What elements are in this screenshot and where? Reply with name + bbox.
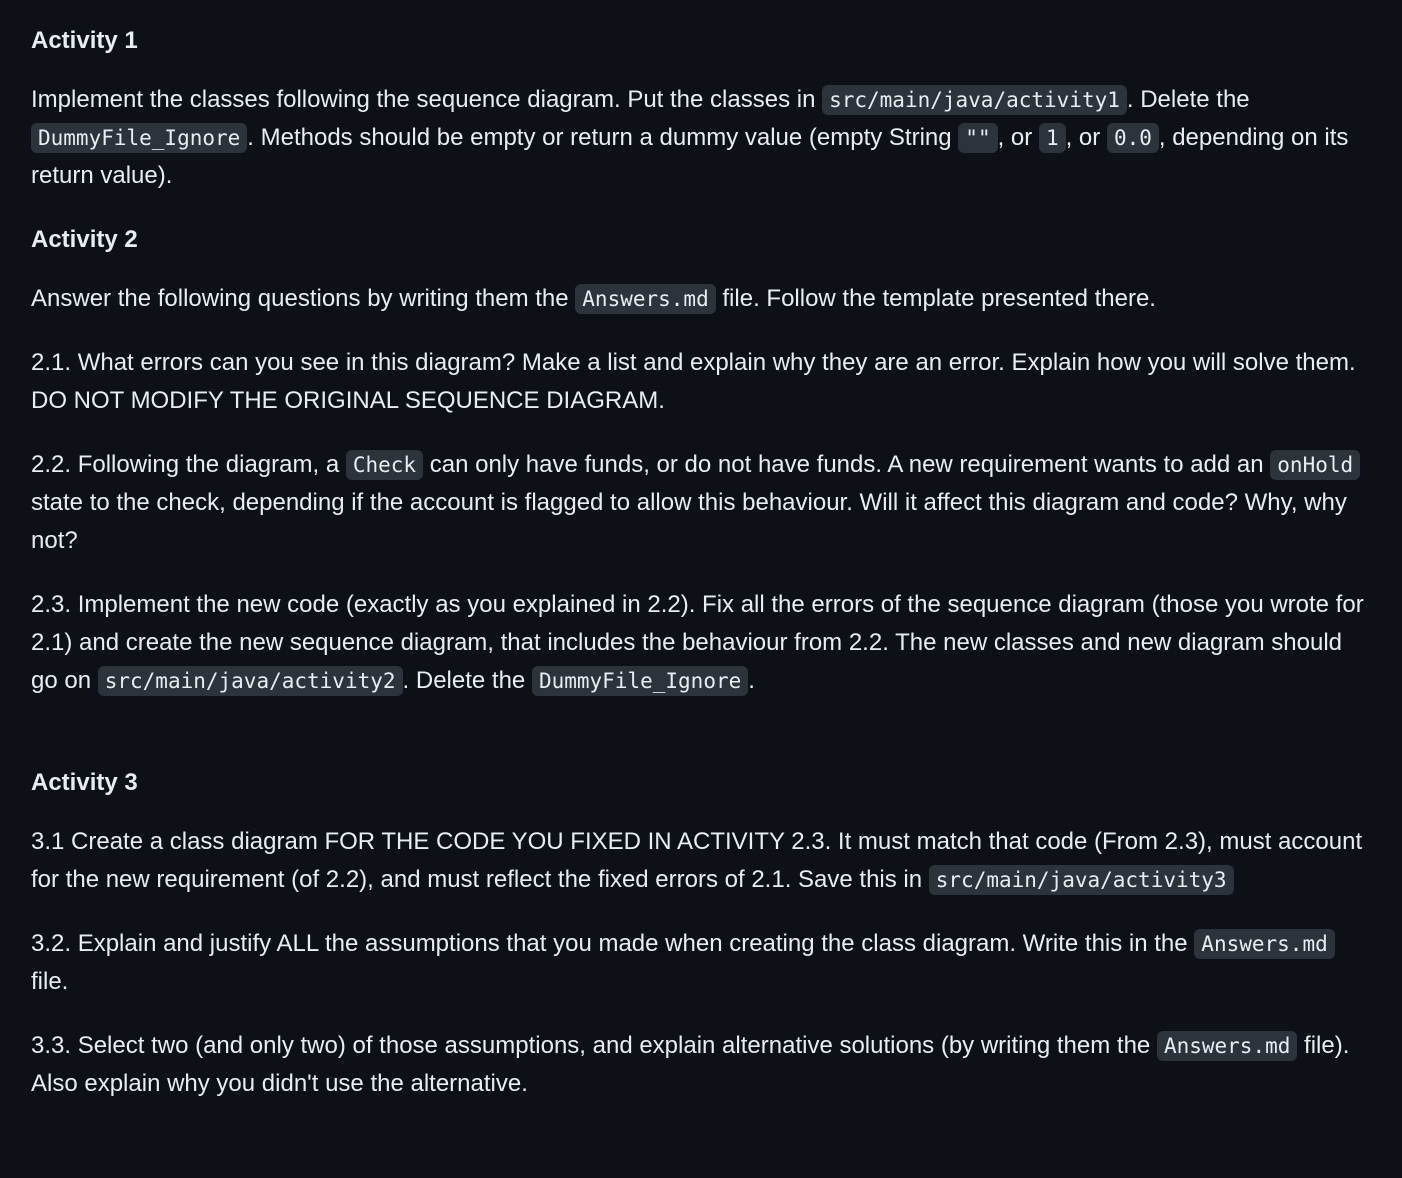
inline-code: 1	[1038, 123, 1066, 153]
question-2-1: 2.1. What errors can you see in this dia…	[31, 349, 1356, 414]
activity-2-intro: Answer the following questions by writin…	[31, 284, 1156, 314]
question-3-1: 3.1 Create a class diagram FOR THE CODE …	[31, 828, 1363, 895]
inline-code: Answers.md	[575, 284, 716, 314]
inline-code: src/main/java/activity3	[928, 865, 1234, 895]
inline-code: DummyFile_Ignore	[531, 666, 749, 696]
inline-code: Answers.md	[1194, 929, 1335, 959]
question-3-3: 3.3. Select two (and only two) of those …	[31, 1031, 1350, 1097]
inline-code: onHold	[1270, 450, 1361, 480]
inline-code: DummyFile_Ignore	[31, 123, 248, 153]
activity-1-heading: Activity 1	[31, 27, 138, 54]
inline-code: ""	[958, 123, 998, 153]
activity-3-heading: Activity 3	[31, 769, 138, 796]
markdown-body: Activity 1 Implement the classes followi…	[0, 0, 1402, 1103]
inline-code: Check	[345, 450, 424, 480]
activity-1-instructions: Implement the classes following the sequ…	[31, 85, 1349, 189]
question-2-2: 2.2. Following the diagram, a Check can …	[31, 446, 1372, 560]
inline-code: 0.0	[1106, 123, 1159, 153]
question-3-2: 3.2. Explain and justify ALL the assumpt…	[31, 925, 1372, 1001]
question-2-3: 2.3. Implement the new code (exactly as …	[31, 591, 1364, 696]
inline-code: src/main/java/activity1	[822, 85, 1127, 115]
inline-code: Answers.md	[1156, 1031, 1298, 1061]
activity-2-heading: Activity 2	[31, 226, 138, 253]
inline-code: src/main/java/activity2	[97, 666, 403, 696]
